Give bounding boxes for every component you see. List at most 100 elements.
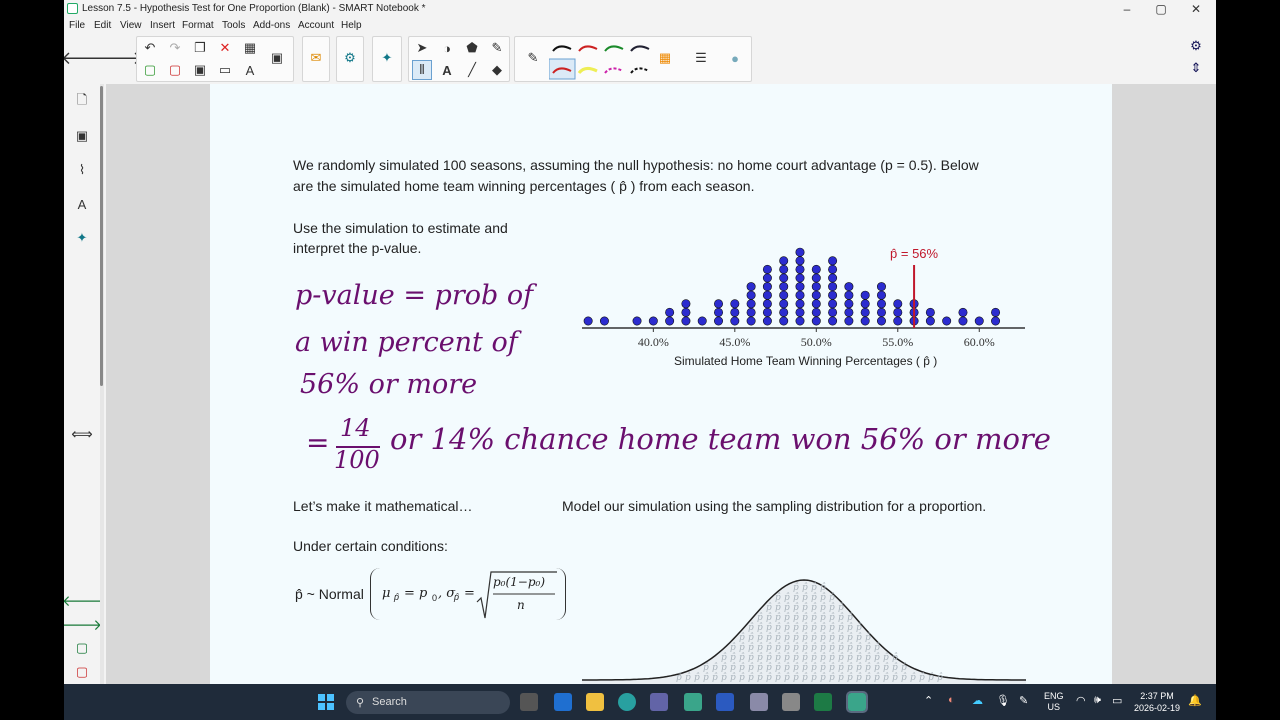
curve-fill-glyph: p̂ [874,662,880,673]
effects-icon[interactable]: ● [725,48,745,68]
wifi-icon[interactable]: ◠ [1076,694,1086,707]
settings-gear-icon[interactable]: ⚙ [1186,36,1206,56]
data-dot [958,307,968,317]
text-icon[interactable]: A [437,60,457,80]
mic-icon[interactable]: 🎙 [996,694,1010,707]
sidebar-add-page-icon[interactable]: ▢ [70,636,94,660]
curve-fill-glyph: p̂ [739,632,745,643]
eraser-icon[interactable]: ◆ [487,60,507,80]
table-icon[interactable]: ▦ [240,38,260,58]
curve-fill-glyph: p̂ [766,602,772,613]
minimize-button[interactable]: – [1112,1,1142,17]
curve-fill-glyph: p̂ [766,662,772,673]
clock[interactable]: 2:37 PM 2026-02-19 [1134,690,1180,714]
screen-shade-icon[interactable]: ▭ [215,60,235,80]
battery-icon[interactable]: ▭ [1112,694,1122,707]
remove-page-icon[interactable]: ▢ [165,60,185,80]
measure-icon[interactable]: ⫴ [412,60,432,80]
properties-icon[interactable]: A [70,192,94,216]
curve-fill-glyph: p̂ [811,632,817,643]
close-button[interactable]: ✕ [1181,1,1211,17]
outlook-icon[interactable] [554,693,572,711]
notebook-page[interactable]: We randomly simulated 100 seasons, assum… [210,84,1112,684]
lesson-activity-icon[interactable]: ✉ [306,48,326,68]
task-view-icon[interactable] [520,693,538,711]
notes-icon[interactable] [750,693,768,711]
excel-icon[interactable] [814,693,832,711]
display-icon[interactable]: ▣ [267,48,287,68]
menu-edit[interactable]: Edit [94,20,111,31]
menu-insert[interactable]: Insert [150,20,175,31]
ink-line-1[interactable]: p-value = prob of [295,280,533,311]
onedrive-icon[interactable]: ☁ [972,694,983,707]
pen-style-swatches[interactable] [549,41,659,81]
menu-file[interactable]: File [69,20,85,31]
menu-account[interactable]: Account [298,20,334,31]
sidebar-prev-icon[interactable]: 🡐 [64,588,102,612]
menu-view[interactable]: View [120,20,142,31]
menu-tools[interactable]: Tools [222,20,245,31]
ink-fraction-numerator[interactable]: 14 [340,414,371,442]
notifications-icon[interactable]: 🔔 [1188,694,1202,707]
menu-add-ons[interactable]: Add-ons [253,20,290,31]
word-icon[interactable] [716,693,734,711]
taskbar-search[interactable]: ⚲ Search [346,691,510,714]
ink-line-2[interactable]: a win percent of [295,327,518,358]
page-sorter-icon[interactable]: 🗋 [70,90,94,114]
smart-notebook-taskbar-icon[interactable] [684,693,702,711]
curve-fill-glyph: p̂ [685,672,691,683]
select-icon[interactable]: ➤ [412,38,432,58]
curve-fill-glyph: p̂ [892,672,898,683]
pen-tray-icon[interactable]: ✎ [1019,694,1028,707]
clone-icon[interactable]: ❐ [190,38,210,58]
curve-fill-glyph: p̂ [802,652,808,663]
line-icon[interactable]: ╱ [462,60,482,80]
sidebar-remove-page-icon[interactable]: ▢ [70,660,94,684]
text-recognition-icon[interactable]: A [240,60,260,80]
ink-fraction-denominator[interactable]: 100 [334,446,380,474]
toolbar-move-icon[interactable]: ⇕ [1186,58,1206,78]
shapes-icon[interactable]: ◑ [437,38,457,58]
smart-notebook-icon [67,3,78,14]
data-dot [828,316,838,326]
tray-app-icon[interactable]: ◐ [948,694,955,706]
smart-notebook-active-icon[interactable] [846,691,868,713]
pen-icon[interactable]: ✎ [523,48,543,68]
app-icon[interactable] [782,693,800,711]
addon-icon[interactable]: ⚙ [340,48,360,68]
line-style-icon[interactable]: ☰ [691,48,711,68]
ink-equals[interactable]: = [306,426,329,459]
formula-sigma: , σ [438,586,456,601]
color-palette-icon[interactable]: ▦ [655,48,675,68]
magic-pen-icon[interactable]: ✎ [487,38,507,58]
start-windows-icon[interactable] [318,694,334,710]
sidebar-scrollbar[interactable] [100,86,103,386]
language-indicator[interactable]: ENG US [1044,691,1064,713]
edge-icon[interactable] [618,693,636,711]
ink-line-3[interactable]: 56% or more [300,369,477,400]
menu-format[interactable]: Format [182,20,214,31]
teams-icon[interactable] [650,693,668,711]
next-page-icon[interactable]: 🡒 [95,48,143,68]
curve-fill-glyph: p̂ [766,622,772,633]
gallery-icon[interactable]: ▣ [70,124,94,148]
puzzle-icon[interactable]: ✦ [377,48,397,68]
sidebar-next-icon[interactable]: 🡒 [64,612,102,636]
undo-icon[interactable]: ↶ [140,38,160,58]
file-explorer-icon[interactable] [586,693,604,711]
previous-page-icon[interactable]: 🡐 [64,48,109,68]
redo-icon[interactable]: ↷ [165,38,185,58]
save-icon[interactable]: ▣ [190,60,210,80]
tray-chevron-icon[interactable]: ⌃ [924,694,933,707]
maximize-button[interactable]: ▢ [1146,1,1176,17]
attachments-icon[interactable]: ⌇ [70,158,94,182]
addons-sidebar-icon[interactable]: ✦ [70,226,94,250]
ink-line-4[interactable]: or 14% chance home team won 56% or more [390,422,1051,456]
fill-icon[interactable]: ⬟ [462,38,482,58]
add-page-icon[interactable]: ▢ [140,60,160,80]
curve-fill-glyph: p̂ [847,672,853,683]
menu-help[interactable]: Help [341,20,362,31]
resize-arrows-icon[interactable]: ⟺ [70,422,94,446]
volume-icon[interactable]: 🕪 [1094,694,1101,707]
delete-icon[interactable]: ✕ [215,38,235,58]
